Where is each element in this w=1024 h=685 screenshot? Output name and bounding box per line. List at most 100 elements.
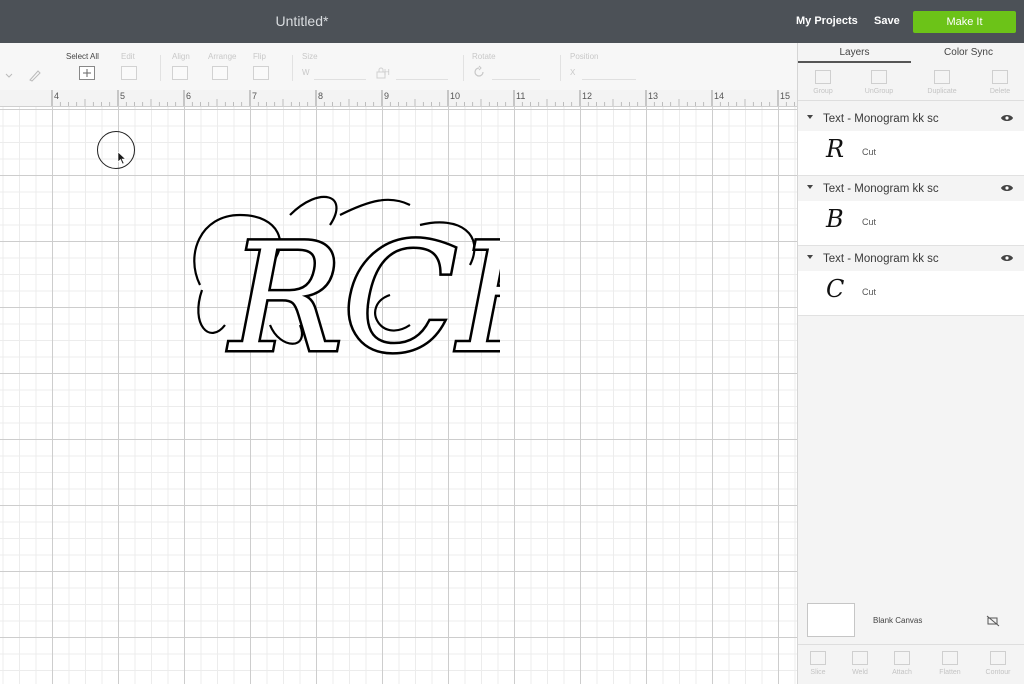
- ungroup-label: UnGroup: [864, 88, 894, 95]
- layer-thumbnail: R: [826, 135, 845, 163]
- eye-icon[interactable]: [1000, 183, 1014, 193]
- ruler-number: 8: [318, 91, 324, 101]
- document-title[interactable]: Untitled*: [0, 0, 604, 43]
- tab-layers[interactable]: Layers: [798, 43, 911, 63]
- ruler-number: 12: [582, 91, 593, 101]
- ruler-number: 10: [450, 91, 461, 101]
- toolbar-divider: [463, 55, 464, 81]
- ungroup-button[interactable]: UnGroup: [859, 64, 899, 100]
- top-bar: Untitled* My Projects Save Make It: [0, 0, 1024, 43]
- size-h-label: H: [384, 68, 390, 77]
- group-button[interactable]: Group: [803, 64, 843, 100]
- arrange-group[interactable]: Arrange: [208, 43, 244, 90]
- ruler-number: 15: [780, 91, 791, 101]
- trash-icon: [992, 70, 1008, 84]
- toolbar-divider: [560, 55, 561, 81]
- edit-label: Edit: [121, 52, 135, 61]
- canvas-visibility-icon[interactable]: [986, 615, 1000, 627]
- caret-down-icon[interactable]: [807, 185, 813, 189]
- group-icon: [815, 70, 831, 84]
- select-all-icon[interactable]: [79, 66, 95, 80]
- align-group[interactable]: Align: [172, 43, 202, 90]
- layer-title: Text - Monogram kk sc: [823, 253, 939, 265]
- ruler-number: 13: [648, 91, 659, 101]
- group-label: Group: [813, 88, 833, 95]
- contour-button[interactable]: Contour: [978, 645, 1018, 681]
- ruler-number: 5: [120, 91, 126, 101]
- attach-button[interactable]: Attach: [882, 645, 922, 681]
- ungroup-icon: [871, 70, 887, 84]
- cursor-highlight: [97, 131, 135, 169]
- pen-icon[interactable]: [4, 68, 44, 82]
- layer-operation: Cut: [862, 147, 877, 157]
- eye-icon[interactable]: [1000, 253, 1014, 263]
- duplicate-button[interactable]: Duplicate: [922, 64, 962, 100]
- monogram-letters-fill: RCB: [227, 212, 500, 386]
- rotate-input[interactable]: [492, 67, 540, 80]
- flip-icon[interactable]: [253, 66, 269, 80]
- layers-panel: Layers Color Sync Group UnGroup Duplicat…: [797, 43, 1024, 684]
- flip-group[interactable]: Flip: [253, 43, 283, 90]
- edit-icon[interactable]: [121, 66, 137, 80]
- weld-label: Weld: [852, 669, 868, 676]
- height-input[interactable]: [396, 67, 448, 80]
- ruler-number: 7: [252, 91, 258, 101]
- arrange-icon[interactable]: [212, 66, 228, 80]
- rotate-group: Rotate: [472, 43, 552, 90]
- layer-title: Text - Monogram kk sc: [823, 113, 939, 125]
- design-canvas[interactable]: RCB RCB: [0, 107, 797, 684]
- weld-button[interactable]: Weld: [840, 645, 880, 681]
- my-projects-button[interactable]: My Projects: [796, 0, 858, 43]
- position-group: Position X: [570, 43, 690, 90]
- size-w-label: W: [302, 68, 310, 77]
- ruler-number: 14: [714, 91, 725, 101]
- slice-button[interactable]: Slice: [798, 645, 838, 681]
- contour-icon: [990, 651, 1006, 665]
- eye-icon[interactable]: [1000, 113, 1014, 123]
- layer-group-header[interactable]: Text - Monogram kk sc: [798, 249, 1024, 271]
- width-input[interactable]: [314, 67, 366, 80]
- toolbar-divider: [160, 55, 161, 81]
- rotate-icon: [474, 65, 484, 77]
- delete-button[interactable]: Delete: [980, 64, 1020, 100]
- attach-label: Attach: [892, 669, 912, 676]
- layer-tools: Group UnGroup Duplicate Delete: [798, 64, 1024, 101]
- align-label: Align: [172, 52, 190, 61]
- horizontal-ruler: 4 5 6 7 8 9 10 11 12 13 14 15: [0, 90, 797, 107]
- caret-down-icon[interactable]: [807, 255, 813, 259]
- caret-down-icon[interactable]: [807, 115, 813, 119]
- x-position-input[interactable]: [582, 67, 636, 80]
- attach-icon: [894, 651, 910, 665]
- ruler-number: 9: [384, 91, 390, 101]
- select-all-group[interactable]: Select All: [66, 43, 110, 90]
- edit-group[interactable]: Edit: [121, 43, 151, 90]
- ruler-number: 11: [516, 91, 526, 101]
- panel-tabs: Layers Color Sync: [798, 43, 1024, 63]
- align-icon[interactable]: [172, 66, 188, 80]
- flatten-label: Flatten: [939, 669, 961, 676]
- canvas-swatch[interactable]: [807, 603, 855, 637]
- slice-icon: [810, 651, 826, 665]
- position-label: Position: [570, 52, 599, 61]
- monogram-design[interactable]: RCB RCB: [180, 175, 500, 415]
- weld-icon: [852, 651, 868, 665]
- tab-color-sync[interactable]: Color Sync: [912, 43, 1024, 63]
- layer-item[interactable]: B Cut: [798, 201, 1024, 246]
- ruler-number: 4: [54, 91, 60, 101]
- save-button[interactable]: Save: [874, 0, 900, 43]
- size-label: Size: [302, 52, 318, 61]
- rotate-label: Rotate: [472, 52, 496, 61]
- select-all-label: Select All: [66, 52, 99, 61]
- arrange-label: Arrange: [208, 52, 237, 61]
- bottom-tools: Slice Weld Attach Flatten Contour: [798, 644, 1024, 685]
- layer-group-header[interactable]: Text - Monogram kk sc: [798, 179, 1024, 201]
- layer-item[interactable]: R Cut: [798, 131, 1024, 176]
- flatten-button[interactable]: Flatten: [930, 645, 970, 681]
- layer-item[interactable]: C Cut: [798, 271, 1024, 316]
- make-it-button[interactable]: Make It: [913, 11, 1016, 33]
- layer-title: Text - Monogram kk sc: [823, 183, 939, 195]
- layer-thumbnail: B: [826, 205, 844, 233]
- layer-group-header[interactable]: Text - Monogram kk sc: [798, 109, 1024, 131]
- ruler-number: 6: [186, 91, 192, 101]
- size-group: Size W H: [302, 43, 462, 90]
